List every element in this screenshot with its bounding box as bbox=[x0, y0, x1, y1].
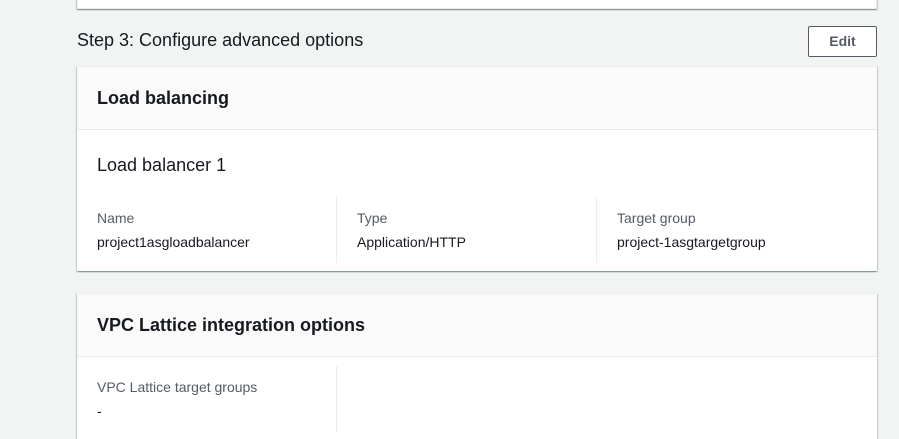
load-balancer-subtitle: Load balancer 1 bbox=[97, 155, 227, 175]
vpc-lattice-header: VPC Lattice integration options bbox=[77, 294, 877, 357]
vpc-lattice-target-groups-field: VPC Lattice target groups - bbox=[77, 366, 337, 432]
load-balancer-details: Name project1asgloadbalancer Type Applic… bbox=[77, 197, 857, 263]
step-title: Step 3: Configure advanced options bbox=[77, 30, 364, 50]
vpc-lattice-card: VPC Lattice integration options VPC Latt… bbox=[77, 293, 877, 439]
load-balancing-title: Load balancing bbox=[97, 87, 230, 108]
load-balancing-card: Load balancing Load balancer 1 Name proj… bbox=[77, 66, 877, 271]
lb-name-value: project1asgloadbalancer bbox=[97, 234, 250, 250]
review-page: Step 3: Configure advanced options Edit … bbox=[0, 0, 899, 439]
vpc-lattice-target-groups-label: VPC Lattice target groups bbox=[97, 379, 258, 395]
lb-type-value: Application/HTTP bbox=[357, 234, 466, 250]
lb-type-field: Type Application/HTTP bbox=[337, 197, 597, 263]
lb-name-field: Name project1asgloadbalancer bbox=[77, 197, 337, 263]
load-balancing-header: Load balancing bbox=[77, 67, 877, 130]
lb-target-group-label: Target group bbox=[617, 210, 696, 226]
edit-button[interactable]: Edit bbox=[808, 26, 877, 57]
lb-type-label: Type bbox=[357, 210, 388, 226]
vpc-lattice-target-groups-value: - bbox=[97, 403, 102, 419]
lb-target-group-field: Target group project-1asgtargetgroup bbox=[597, 197, 857, 263]
lb-name-label: Name bbox=[97, 210, 135, 226]
lb-target-group-value: project-1asgtargetgroup bbox=[617, 234, 766, 250]
vpc-lattice-details: VPC Lattice target groups - bbox=[77, 366, 337, 432]
vpc-lattice-title: VPC Lattice integration options bbox=[97, 314, 366, 335]
previous-step-card bbox=[77, 0, 877, 9]
